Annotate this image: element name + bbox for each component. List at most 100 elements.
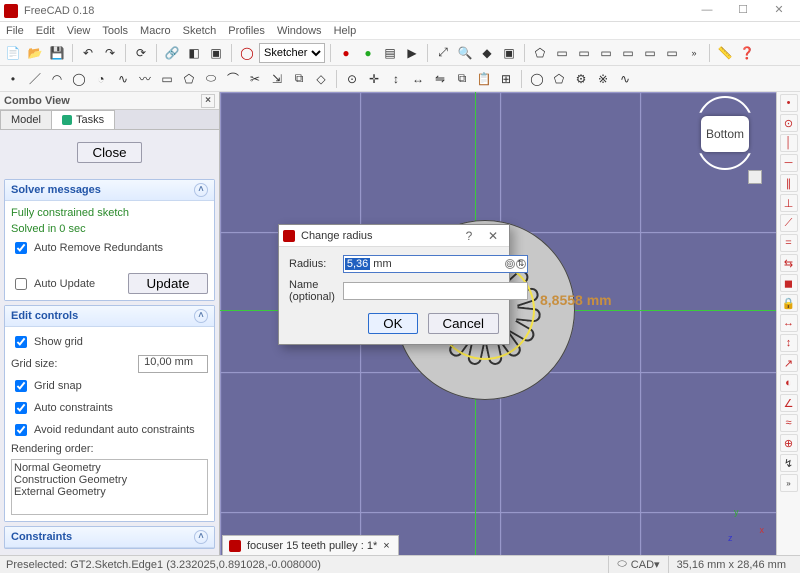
line-icon[interactable]: ／ [25,69,45,89]
menu-sketch[interactable]: Sketch [183,25,217,37]
view-right-icon[interactable]: ▭ [596,43,616,63]
group-icon[interactable]: ▣ [206,43,226,63]
view-bottom-icon[interactable]: ▭ [640,43,660,63]
macro-play-icon[interactable]: ▶ [402,43,422,63]
radius-dimension-label[interactable]: 8,8558 mm [540,292,612,308]
symmetry-icon[interactable]: ⇋ [430,69,450,89]
menu-tools[interactable]: Tools [102,25,128,37]
close-task-button[interactable]: Close [77,142,141,163]
spin-icon[interactable]: ⇅ [516,259,526,269]
workbench-select[interactable]: Sketcher [259,43,325,63]
dialog-help-button[interactable]: ? [457,229,481,243]
dialog-close-button[interactable]: ✕ [481,229,505,243]
toolbar-overflow-icon[interactable]: » [780,474,798,492]
document-tab[interactable]: focuser 15 teeth pulley : 1* × [222,535,399,555]
constrain-lock-icon[interactable]: 🔒 [780,294,798,312]
fit-all-icon[interactable]: ⤢ [433,43,453,63]
menu-help[interactable]: Help [334,25,357,37]
collapse-icon[interactable]: ˄ [194,183,208,197]
point-icon[interactable]: • [3,69,23,89]
save-file-icon[interactable]: 💾 [47,43,67,63]
menu-view[interactable]: View [67,25,91,37]
navigation-cube[interactable]: Bottom [694,100,756,162]
conic-icon[interactable]: ◔ [91,69,111,89]
bbox-icon[interactable]: ▣ [499,43,519,63]
constrain-internal-icon[interactable]: ⊕ [780,434,798,452]
view-iso-icon[interactable]: ⬠ [530,43,550,63]
radius-input[interactable]: 5,36 mm ◎⇅ [343,255,528,273]
window-minimize-button[interactable]: — [690,2,724,20]
part-icon[interactable]: ◧ [184,43,204,63]
auto-remove-redundants-checkbox[interactable] [15,242,27,254]
view-left-icon[interactable]: ▭ [662,43,682,63]
constrain-coincident-icon[interactable]: • [780,94,798,112]
clone-icon[interactable]: ⧉ [452,69,472,89]
constrain-radius-icon[interactable]: ◐ [780,374,798,392]
constrain-block-icon[interactable]: ◼ [780,274,798,292]
rect-array-icon[interactable]: ⊞ [496,69,516,89]
avoid-redundant-checkbox[interactable] [15,424,27,436]
tab-close-icon[interactable]: × [383,540,389,552]
update-button[interactable]: Update [128,273,208,294]
construction-icon[interactable]: ◇ [311,69,331,89]
navcube-mini-icon[interactable] [748,170,762,184]
view-front-icon[interactable]: ▭ [552,43,572,63]
constrain-hdist-icon[interactable]: ↔ [780,314,798,332]
menu-profiles[interactable]: Profiles [228,25,265,37]
show-grid-checkbox[interactable] [15,336,27,348]
bspline-convert-icon[interactable]: ∿ [615,69,635,89]
rendering-order-list[interactable]: Normal Geometry Construction Geometry Ex… [11,459,208,515]
status-nav-style[interactable]: ⬭ CAD ▾ [608,556,667,573]
menu-file[interactable]: File [6,25,24,37]
menu-macro[interactable]: Macro [140,25,171,37]
expression-icon[interactable]: ◎ [505,259,515,269]
ok-button[interactable]: OK [368,313,417,334]
list-item[interactable]: External Geometry [14,486,205,498]
link-icon[interactable]: 🔗 [162,43,182,63]
tab-model[interactable]: Model [0,110,52,129]
constrain-length-icon[interactable]: ↗ [780,354,798,372]
bspline-degree-icon[interactable]: ◯ [527,69,547,89]
constrain-vdist-icon[interactable]: ↕ [780,334,798,352]
window-close-button[interactable]: ✕ [762,2,796,20]
select-origin-icon[interactable]: ✛ [364,69,384,89]
redo-icon[interactable]: ↷ [100,43,120,63]
select-horizontal-icon[interactable]: ↔ [408,69,428,89]
name-input[interactable] [343,282,528,300]
rectangle-icon[interactable]: ▭ [157,69,177,89]
carbon-copy-icon[interactable]: ⧉ [289,69,309,89]
tab-tasks[interactable]: Tasks [51,110,115,129]
external-geom-icon[interactable]: ⇲ [267,69,287,89]
trim-icon[interactable]: ✂ [245,69,265,89]
auto-constraints-checkbox[interactable] [15,402,27,414]
constrain-perpendicular-icon[interactable]: ⊥ [780,194,798,212]
new-file-icon[interactable]: 📄 [3,43,23,63]
refresh-icon[interactable]: ⟳ [131,43,151,63]
fit-selection-icon[interactable]: 🔍 [455,43,475,63]
toolbar-overflow-icon[interactable]: » [684,43,704,63]
bspline-comb-icon[interactable]: ⚙ [571,69,591,89]
select-vertical-icon[interactable]: ↕ [386,69,406,89]
window-maximize-button[interactable]: ☐ [726,2,760,20]
measure-icon[interactable]: 📏 [715,43,735,63]
menu-windows[interactable]: Windows [277,25,322,37]
constrain-tangent-icon[interactable]: ⟋ [780,214,798,232]
polyline-icon[interactable]: 〰 [135,69,155,89]
circle-icon[interactable]: ◯ [69,69,89,89]
constrain-equal-icon[interactable]: = [780,234,798,252]
constrain-snell-icon[interactable]: ≈ [780,414,798,432]
arc-icon[interactable]: ◠ [47,69,67,89]
bspline-icon[interactable]: ∿ [113,69,133,89]
slot-icon[interactable]: ⬭ [201,69,221,89]
macro-record-icon[interactable]: ● [336,43,356,63]
fillet-icon[interactable]: ⌒ [223,69,243,89]
cancel-button[interactable]: Cancel [428,313,500,334]
bspline-knot-icon[interactable]: ※ [593,69,613,89]
draw-style-icon[interactable]: ◆ [477,43,497,63]
list-item[interactable]: Normal Geometry [14,462,205,474]
macro-stop-icon[interactable]: ● [358,43,378,63]
open-file-icon[interactable]: 📂 [25,43,45,63]
collapse-icon[interactable]: ˄ [194,530,208,544]
collapse-icon[interactable]: ˄ [194,309,208,323]
constrain-vertical-icon[interactable]: │ [780,134,798,152]
